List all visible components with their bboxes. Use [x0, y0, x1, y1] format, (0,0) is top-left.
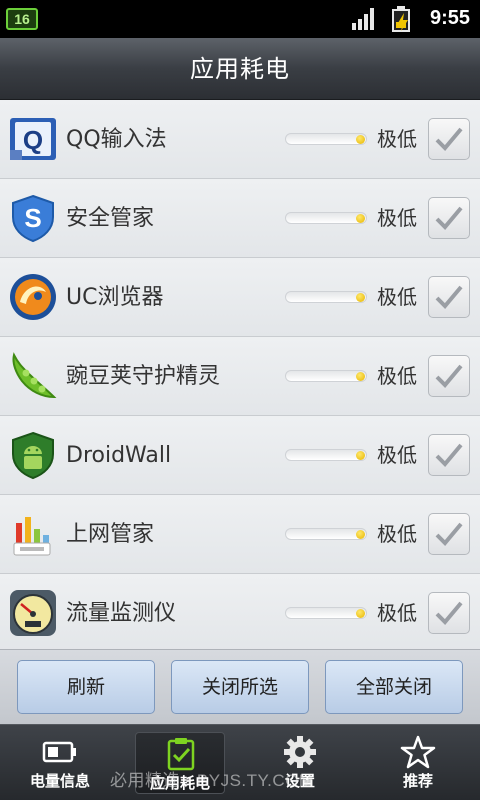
action-bar: 刷新 关闭所选 全部关闭 [0, 649, 480, 724]
svg-text:Q: Q [23, 125, 43, 155]
page-title: 应用耗电 [190, 55, 290, 83]
select-checkbox[interactable] [428, 513, 470, 555]
checkmark-icon [435, 522, 463, 546]
checkmark-icon [435, 443, 463, 467]
select-checkbox[interactable] [428, 197, 470, 239]
star-icon [400, 735, 436, 769]
usage-knob [356, 451, 365, 460]
tab-label: 电量信息 [29, 772, 90, 790]
gprs-bars-icon [13, 517, 51, 556]
tab-label: 推荐 [402, 772, 433, 790]
qq-input-icon: Q [10, 118, 56, 160]
usage-knob [356, 293, 365, 302]
list-item[interactable]: UC浏览器 极低 [0, 258, 480, 337]
notification-badge: 16 [6, 8, 38, 30]
power-level-label: 极低 [377, 285, 417, 309]
app-name: 流量监测仪 [66, 601, 177, 626]
gear-icon [284, 736, 316, 768]
power-level-label: 极低 [377, 127, 417, 151]
tab-settings[interactable]: 设置 [250, 725, 350, 800]
app-name: UC浏览器 [66, 285, 164, 310]
power-usage-bar [285, 291, 367, 303]
app-name: 安全管家 [66, 206, 155, 231]
select-checkbox[interactable] [428, 355, 470, 397]
refresh-button[interactable]: 刷新 [17, 660, 155, 714]
list-item[interactable]: 豌豆荚守护精灵 极低 [0, 337, 480, 416]
app-name: 上网管家 [66, 522, 155, 547]
app-name: DroidWall [66, 443, 172, 468]
power-usage-bar [285, 607, 367, 619]
android-shield-icon [12, 431, 54, 480]
usage-knob [356, 372, 365, 381]
status-time: 9:55 [429, 7, 470, 29]
battery-icon [42, 741, 76, 763]
tab-battery-info[interactable]: 电量信息 [10, 725, 110, 800]
list-item[interactable]: 上网管家 极低 [0, 495, 480, 574]
usage-knob [356, 135, 365, 144]
power-usage-bar [285, 370, 367, 382]
power-level-label: 极低 [377, 601, 417, 625]
list-item[interactable]: 流量监测仪 极低 [0, 574, 480, 649]
signal-icon [352, 8, 376, 30]
status-bar: 16 9:55 [0, 0, 480, 38]
peapod-icon [12, 352, 57, 399]
power-usage-bar [285, 528, 367, 540]
tab-recommend[interactable]: 推荐 [368, 725, 468, 800]
checkmark-icon [435, 206, 463, 230]
checklist-icon [167, 738, 195, 771]
checkmark-icon [435, 127, 463, 151]
checkmark-icon [435, 364, 463, 388]
list-item[interactable]: Q QQ输入法 极低 [0, 100, 480, 179]
uc-browser-icon [10, 274, 56, 320]
app-name: QQ输入法 [66, 127, 167, 152]
power-usage-bar [285, 133, 367, 145]
usage-knob [356, 214, 365, 223]
usage-knob [356, 609, 365, 618]
select-checkbox[interactable] [428, 118, 470, 160]
usage-knob [356, 530, 365, 539]
list-item[interactable]: S 安全管家 极低 [0, 179, 480, 258]
list-item[interactable]: DroidWall 极低 [0, 416, 480, 495]
select-checkbox[interactable] [428, 434, 470, 476]
tab-label: 设置 [284, 772, 315, 790]
app-list[interactable]: Q QQ输入法 极低 S 安全管家 极低 UC浏览器 极低 豌豆荚守护精灵 极低… [0, 100, 480, 649]
select-checkbox[interactable] [428, 276, 470, 318]
checkmark-icon [435, 285, 463, 309]
power-level-label: 极低 [377, 364, 417, 388]
select-checkbox[interactable] [428, 592, 470, 634]
power-usage-bar [285, 449, 367, 461]
power-level-label: 极低 [377, 206, 417, 230]
app-name: 豌豆荚守护精灵 [66, 364, 221, 389]
speedometer-icon [10, 590, 56, 636]
battery-charging-icon [390, 6, 412, 32]
power-usage-bar [285, 212, 367, 224]
title-bar: 应用耗电 [0, 38, 480, 100]
tab-app-power[interactable]: 应用耗电 [135, 732, 225, 794]
tab-label: 应用耗电 [149, 774, 210, 792]
security-shield-icon: S [12, 194, 54, 243]
close-selected-button[interactable]: 关闭所选 [171, 660, 309, 714]
power-level-label: 极低 [377, 443, 417, 467]
checkmark-icon [435, 601, 463, 625]
close-all-button[interactable]: 全部关闭 [325, 660, 463, 714]
svg-text:S: S [24, 203, 41, 233]
bottom-tab-bar: 电量信息 应用耗电 设置 推荐 [0, 724, 480, 800]
power-level-label: 极低 [377, 522, 417, 546]
